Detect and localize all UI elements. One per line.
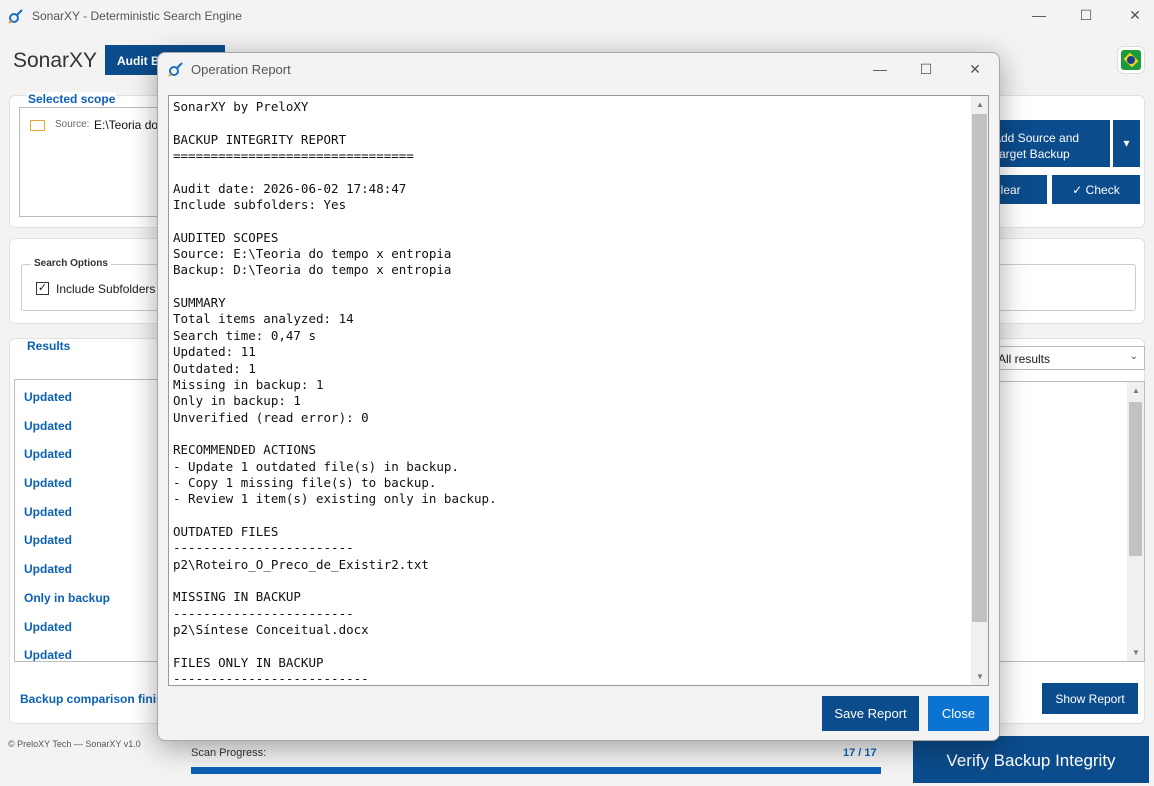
maximize-icon[interactable]: ☐ <box>1061 0 1111 30</box>
report-line <box>173 213 965 229</box>
results-scrollbar[interactable]: ▲ ▼ <box>1127 382 1144 661</box>
report-line: ------------------------ <box>173 605 354 621</box>
show-report-button[interactable]: Show Report <box>1042 683 1138 714</box>
report-line: Search time: 0,47 s <box>173 327 316 343</box>
include-subfolders-label: Include Subfolders <box>56 282 156 296</box>
report-line: FILES ONLY IN BACKUP <box>173 654 324 670</box>
report-line <box>173 573 965 589</box>
scroll-up-icon[interactable]: ▲ <box>976 100 984 109</box>
report-line: BACKUP INTEGRITY REPORT <box>173 131 347 147</box>
results-detail-list[interactable]: ▲ ▼ <box>985 381 1145 662</box>
report-line <box>173 508 965 524</box>
chevron-down-icon: ⌄ <box>1129 351 1138 362</box>
report-line: ================================ <box>173 148 414 164</box>
window-title: SonarXY - Deterministic Search Engine <box>32 9 242 23</box>
operation-report-dialog: Operation Report — ☐ ✕ SonarXY by PreloX… <box>157 52 1000 741</box>
maximize-icon[interactable]: ☐ <box>901 54 951 84</box>
results-list[interactable]: Updated Updated Updated Updated Updated … <box>14 379 164 662</box>
report-line: p2\Roteiro_O_Preco_de_Existir2.txt <box>173 556 429 572</box>
scope-label: Selected scope <box>27 92 117 106</box>
list-item[interactable]: Updated <box>15 495 163 524</box>
scroll-down-icon[interactable]: ▼ <box>976 672 984 681</box>
report-scroll-thumb[interactable] <box>972 114 987 622</box>
report-scrollbar[interactable]: ▲ ▼ <box>971 96 988 685</box>
minimize-icon[interactable]: — <box>855 54 905 84</box>
verify-backup-integrity-button[interactable]: Verify Backup Integrity <box>913 736 1149 783</box>
report-content: SonarXY by PreloXY BACKUP INTEGRITY REPO… <box>173 99 965 686</box>
list-item[interactable]: Updated <box>15 610 163 639</box>
list-item[interactable]: Updated <box>15 466 163 495</box>
list-item[interactable]: Updated <box>15 638 163 661</box>
progress-count: 17 / 17 <box>843 747 877 759</box>
results-filter-select[interactable]: All results ⌄ <box>985 346 1145 370</box>
check-button[interactable]: ✓ Check <box>1052 175 1140 204</box>
progress-label: Scan Progress: <box>191 747 267 759</box>
list-item[interactable]: Updated <box>15 409 163 438</box>
list-item[interactable]: Updated <box>15 552 163 581</box>
report-line: ------------------------ <box>173 540 354 556</box>
results-scroll-thumb[interactable] <box>1129 402 1142 556</box>
report-line: - Copy 1 missing file(s) to backup. <box>173 474 437 490</box>
add-dropdown-button[interactable]: ▾ <box>1113 120 1140 167</box>
progress-bar <box>191 767 881 774</box>
report-line: - Review 1 item(s) existing only in back… <box>173 491 497 507</box>
report-line: Backup: D:\Teoria do tempo x entropia <box>173 262 452 278</box>
report-line: -------------------------- <box>173 671 369 686</box>
save-report-button[interactable]: Save Report <box>822 696 919 731</box>
brazil-flag-icon[interactable] <box>1117 46 1145 74</box>
close-icon[interactable]: ✕ <box>950 54 999 84</box>
report-line <box>173 279 965 295</box>
results-filter-value: All results <box>998 352 1051 366</box>
include-subfolders-checkbox[interactable]: ✓ <box>36 282 49 295</box>
report-line: Audit date: 2026-06-02 17:48:47 <box>173 180 407 196</box>
close-icon[interactable]: ✕ <box>1110 0 1154 30</box>
report-line: Missing in backup: 1 <box>173 376 324 392</box>
list-item[interactable]: Updated <box>15 380 163 409</box>
report-line: p2\Síntese Conceitual.docx <box>173 622 369 637</box>
title-bar: SonarXY - Deterministic Search Engine <box>0 0 1154 32</box>
report-line: SUMMARY <box>173 295 226 311</box>
progress-bar-fill <box>191 767 881 774</box>
app-logo-icon <box>168 62 183 77</box>
report-line: Outdated: 1 <box>173 360 256 376</box>
brand-label: SonarXY <box>13 49 98 72</box>
report-line <box>173 638 965 654</box>
results-label: Results <box>27 339 71 353</box>
copyright-label: © PreloXY Tech — SonarXY v1.0 <box>8 739 141 749</box>
report-line: Updated: 11 <box>173 344 256 360</box>
dialog-title: Operation Report <box>191 62 291 77</box>
scroll-down-icon[interactable]: ▼ <box>1132 648 1140 657</box>
report-line: Only in backup: 1 <box>173 393 301 409</box>
report-line: Source: E:\Teoria do tempo x entropia <box>173 246 452 262</box>
report-line: Unverified (read error): 0 <box>173 409 369 425</box>
report-line: OUTDATED FILES <box>173 523 279 539</box>
list-item[interactable]: Updated <box>15 437 163 466</box>
close-button[interactable]: Close <box>928 696 989 731</box>
list-item[interactable]: Updated <box>15 523 163 552</box>
report-line <box>173 426 965 442</box>
report-line: RECOMMENDED ACTIONS <box>173 442 316 458</box>
folder-icon <box>30 120 45 131</box>
report-line <box>173 115 965 131</box>
report-line <box>173 164 965 180</box>
minimize-icon[interactable]: — <box>1014 0 1064 30</box>
report-line: - Update 1 outdated file(s) in backup. <box>173 458 459 474</box>
search-options-legend: Search Options <box>31 258 111 269</box>
list-item[interactable]: Only in backup <box>15 581 163 610</box>
scroll-up-icon[interactable]: ▲ <box>1132 386 1140 395</box>
source-label: Source: <box>55 119 90 130</box>
app-logo-icon <box>8 9 23 24</box>
report-line: Include subfolders: Yes <box>173 197 347 213</box>
chevron-down-icon: ▾ <box>1123 136 1130 150</box>
report-line: MISSING IN BACKUP <box>173 589 301 605</box>
report-textarea[interactable]: SonarXY by PreloXY BACKUP INTEGRITY REPO… <box>168 95 989 686</box>
report-line: Total items analyzed: 14 <box>173 311 354 327</box>
report-line: AUDITED SCOPES <box>173 229 279 245</box>
report-line: SonarXY by PreloXY <box>173 99 309 114</box>
